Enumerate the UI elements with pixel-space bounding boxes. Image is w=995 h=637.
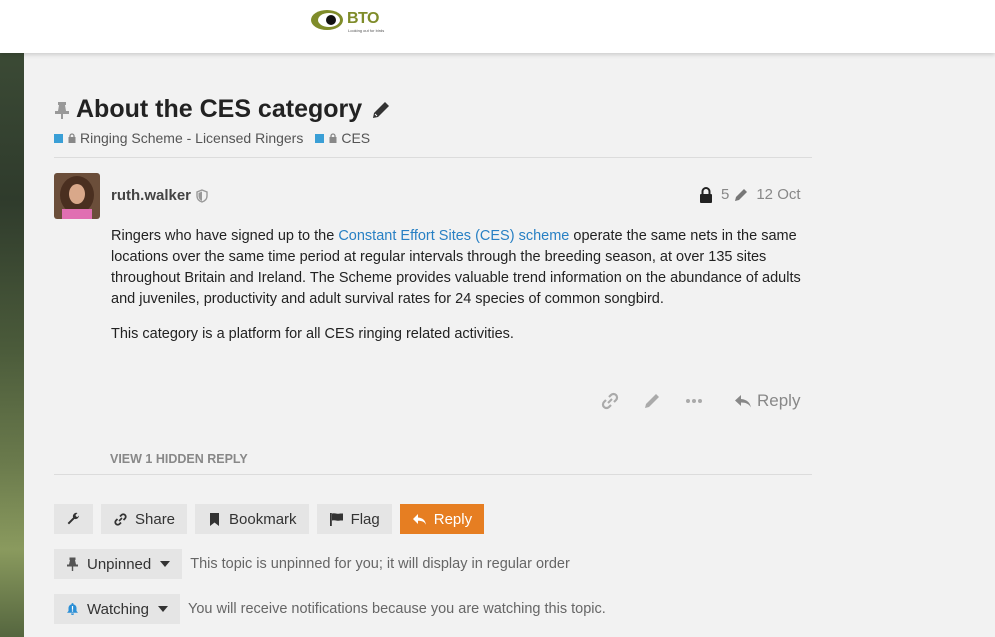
topic-footer-buttons: Share Bookmark Flag Reply	[54, 504, 492, 534]
site-header: BTO Looking out for birds	[0, 0, 995, 53]
text-segment: Ringers who have signed up to the	[111, 228, 339, 244]
reply-arrow-icon	[735, 395, 751, 408]
more-options-icon[interactable]	[684, 391, 704, 411]
pencil-icon[interactable]	[733, 187, 749, 203]
post-reply-button[interactable]: Reply	[734, 391, 800, 411]
bird-eye-icon	[311, 10, 343, 30]
view-hidden-reply-link[interactable]: VIEW 1 HIDDEN REPLY	[110, 452, 248, 466]
divider	[54, 474, 812, 475]
category-label: CES	[341, 130, 371, 146]
lock-icon	[329, 133, 337, 143]
notification-row: Watching You will receive notifications …	[54, 594, 606, 624]
flag-icon	[329, 512, 343, 526]
pin-icon	[67, 557, 78, 571]
background-image-strip	[0, 53, 24, 637]
username: ruth.walker	[111, 187, 192, 204]
flag-button[interactable]: Flag	[316, 504, 392, 534]
post-date[interactable]: 12 Oct	[756, 186, 800, 203]
watching-dropdown[interactable]: Watching	[54, 594, 180, 624]
category-label: Ringing Scheme - Licensed Ringers	[80, 130, 304, 146]
category-link-ringing-scheme[interactable]: Ringing Scheme - Licensed Ringers	[54, 130, 303, 146]
share-label: Share	[135, 510, 176, 528]
page-title: About the CES category	[76, 95, 363, 123]
reply-label: Reply	[433, 510, 473, 528]
unpinned-label: Unpinned	[87, 555, 152, 573]
bto-logo[interactable]: BTO Looking out for birds	[310, 9, 384, 33]
edit-title-pencil-icon[interactable]	[370, 99, 392, 121]
post-meta: 5 12 Oct	[699, 186, 801, 203]
edit-count[interactable]: 5	[721, 186, 729, 203]
post-body: Ringers who have signed up to the Consta…	[111, 226, 811, 359]
bell-alert-icon	[67, 603, 78, 615]
bookmark-label: Bookmark	[229, 510, 297, 528]
notification-description: You will receive notifications because y…	[187, 601, 606, 617]
admin-wrench-button[interactable]	[54, 504, 93, 534]
bookmark-icon	[210, 512, 220, 526]
ces-scheme-link[interactable]: Constant Effort Sites (CES) scheme	[338, 228, 569, 244]
caret-down-icon	[160, 561, 171, 567]
watching-label: Watching	[87, 600, 149, 618]
avatar[interactable]	[54, 173, 100, 219]
category-breadcrumb: Ringing Scheme - Licensed Ringers CES	[54, 130, 382, 146]
category-link-ces[interactable]: CES	[315, 130, 370, 146]
caret-down-icon	[157, 606, 168, 612]
reply-arrow-icon	[412, 513, 426, 525]
edit-pencil-icon[interactable]	[642, 391, 662, 411]
lock-icon	[700, 186, 712, 203]
topic-area: About the CES category Ringing Scheme - …	[24, 53, 995, 637]
link-icon	[114, 512, 127, 526]
logo-text: BTO	[347, 10, 379, 27]
topic-title-row: About the CES category	[54, 95, 392, 124]
lock-icon	[68, 133, 76, 143]
bookmark-button[interactable]: Bookmark	[195, 504, 309, 534]
flag-label: Flag	[350, 510, 380, 528]
moderator-shield-icon	[196, 188, 208, 203]
category-color-square	[54, 133, 63, 143]
wrench-icon	[67, 512, 80, 524]
avatar-image	[54, 173, 100, 219]
reply-label: Reply	[757, 391, 801, 410]
link-icon[interactable]	[600, 391, 620, 411]
post-paragraph: Ringers who have signed up to the Consta…	[111, 226, 811, 310]
post-paragraph: This category is a platform for all CES …	[111, 326, 514, 342]
logo-tagline: Looking out for birds	[348, 28, 385, 33]
pin-status-description: This topic is unpinned for you; it will …	[190, 556, 570, 572]
category-color-square	[315, 133, 325, 143]
post-author[interactable]: ruth.walker	[111, 187, 208, 204]
divider	[54, 157, 812, 158]
share-button[interactable]: Share	[101, 504, 188, 534]
reply-button[interactable]: Reply	[399, 504, 485, 534]
unpinned-icon	[55, 101, 69, 119]
pin-status-row: Unpinned This topic is unpinned for you;…	[54, 549, 570, 579]
unpinned-dropdown[interactable]: Unpinned	[54, 549, 183, 579]
post-actions: Reply	[600, 391, 800, 411]
